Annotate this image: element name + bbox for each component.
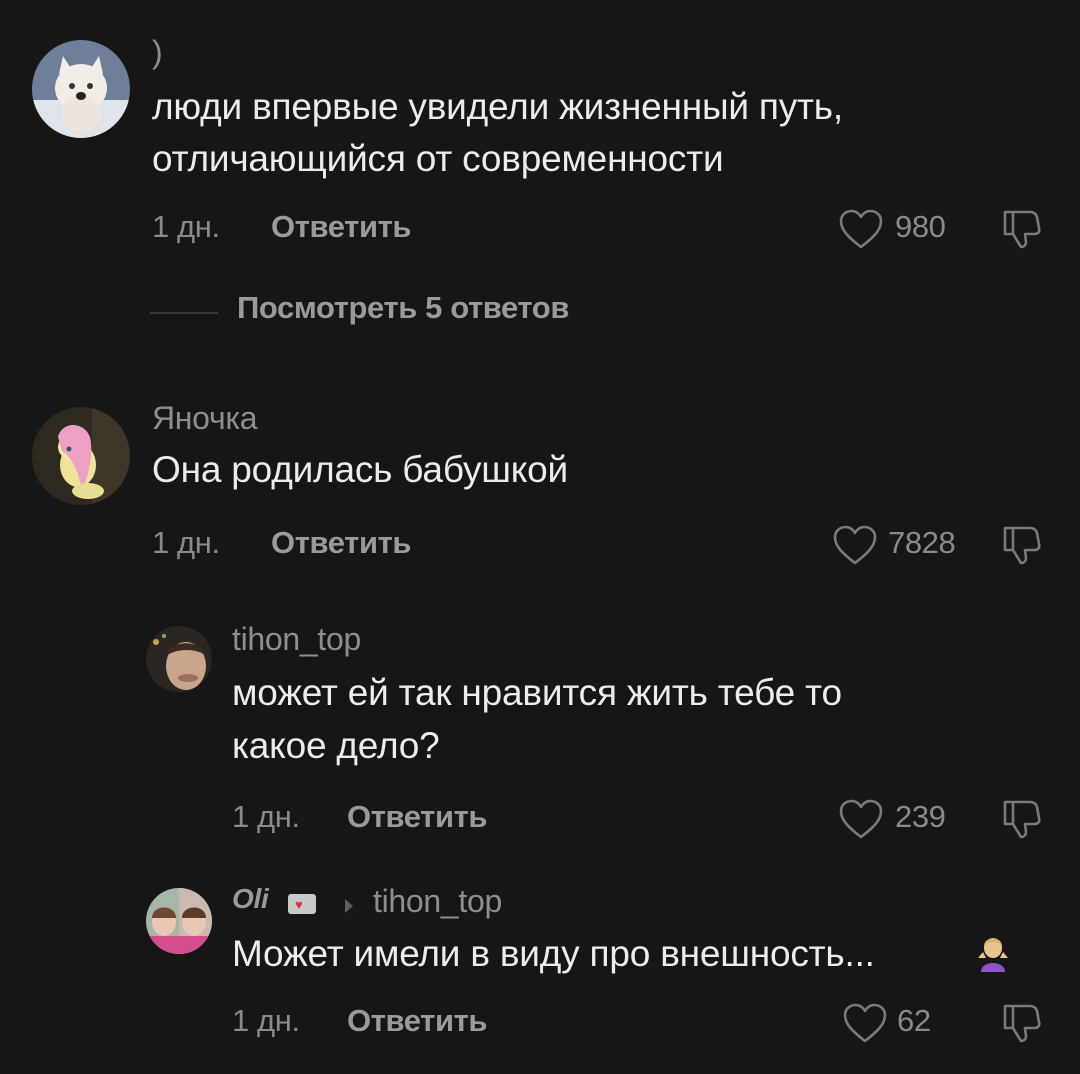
avatar[interactable]: [146, 888, 212, 954]
heart-icon[interactable]: [842, 1002, 888, 1044]
comment-timestamp: 1 дн.: [152, 525, 220, 560]
reply-to-arrow-icon: [345, 899, 353, 913]
comment-text-line: люди впервые увидели жизненный путь,: [152, 86, 843, 127]
comment-username[interactable]: ): [152, 34, 163, 71]
comment-username[interactable]: Oli: [232, 883, 269, 915]
like-count: 239: [895, 799, 946, 834]
reply-button[interactable]: Ответить: [271, 209, 411, 245]
comments-list: ) люди впервые увидели жизненный путь, о…: [0, 0, 1080, 1074]
comment-text-line: может ей так нравится жить тебе то: [232, 672, 842, 713]
avatar[interactable]: [146, 626, 212, 692]
reply-button[interactable]: Ответить: [271, 525, 411, 561]
like-count: 7828: [888, 525, 956, 560]
comment-text-line: Может имели в виду про внешность...: [232, 933, 875, 974]
dislike-icon[interactable]: [1000, 208, 1042, 250]
dislike-icon[interactable]: [1000, 798, 1042, 840]
reply-button[interactable]: Ответить: [347, 799, 487, 835]
dislike-icon[interactable]: [1000, 1002, 1042, 1044]
dislike-icon[interactable]: [1000, 524, 1042, 566]
comment-timestamp: 1 дн.: [232, 1003, 300, 1038]
comment-username[interactable]: tihon_top: [232, 621, 361, 658]
heart-icon[interactable]: [832, 524, 878, 566]
reply-button[interactable]: Ответить: [347, 1003, 487, 1039]
avatar[interactable]: [32, 40, 130, 138]
comment-text-line: Она родилась бабушкой: [152, 449, 569, 490]
heart-icon[interactable]: [838, 798, 884, 840]
comment-timestamp: 1 дн.: [232, 799, 300, 834]
reply-to-username[interactable]: tihon_top: [373, 883, 502, 920]
view-replies-button[interactable]: Посмотреть 5 ответов: [237, 290, 569, 326]
heart-envelope-icon: ♥: [288, 894, 316, 914]
comment-text-line: отличающийся от современности: [152, 138, 724, 179]
person-shrugging-emoji: [974, 934, 1012, 972]
heart-icon: ♥: [295, 897, 303, 912]
comment-timestamp: 1 дн.: [152, 209, 220, 244]
avatar[interactable]: [32, 407, 130, 505]
comment-text-line: какое дело?: [232, 725, 440, 766]
like-count: 980: [895, 209, 946, 244]
like-count: 62: [897, 1003, 931, 1038]
replies-divider: [150, 312, 218, 314]
heart-icon[interactable]: [838, 208, 884, 250]
comment-username[interactable]: Яночка: [152, 400, 258, 437]
